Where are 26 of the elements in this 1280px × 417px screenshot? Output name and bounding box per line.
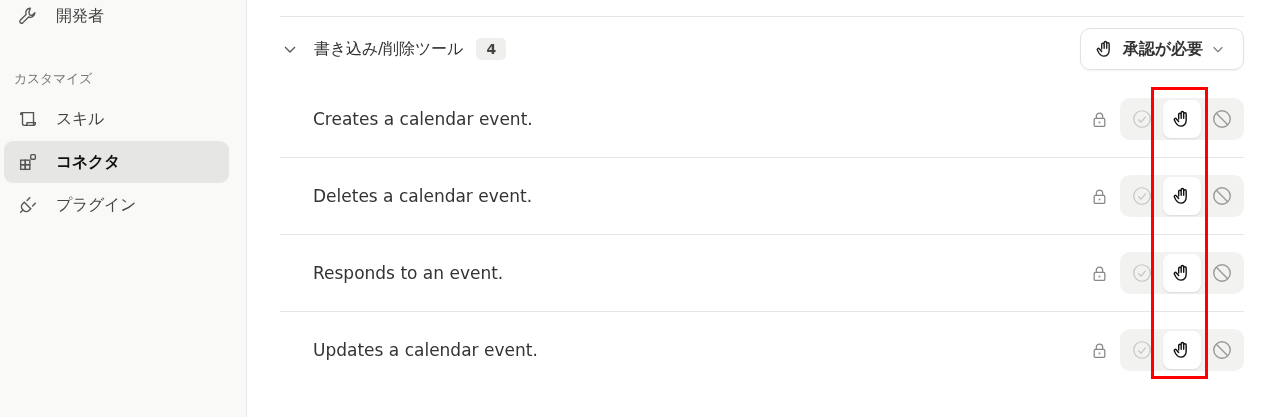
ask-button[interactable] — [1163, 331, 1201, 369]
block-icon — [1211, 108, 1233, 130]
tool-description: Creates a calendar event. — [313, 109, 534, 129]
sidebar-item[interactable]: 開発者 — [4, 0, 229, 37]
sidebar-item[interactable]: プラグイン — [4, 184, 229, 226]
tool-description: Deletes a calendar event. — [313, 186, 534, 206]
plug-icon — [17, 194, 39, 216]
blocks-icon — [17, 151, 39, 173]
check-circle-icon — [1131, 339, 1153, 361]
check-circle-icon — [1131, 262, 1153, 284]
sidebar-heading: カスタマイズ — [13, 70, 93, 88]
block-icon — [1211, 339, 1233, 361]
check-circle-icon — [1131, 108, 1153, 130]
block-icon — [1211, 262, 1233, 284]
block-icon — [1211, 185, 1233, 207]
check-circle-icon — [1131, 185, 1153, 207]
tool-description: Responds to an event. — [313, 263, 505, 283]
count-badge: 4 — [476, 38, 507, 60]
tool-description: Updates a calendar event. — [313, 340, 539, 360]
section-title: 書き込み/削除ツール — [314, 38, 464, 60]
ask-button[interactable] — [1163, 254, 1201, 292]
ask-button[interactable] — [1163, 177, 1201, 215]
sidebar-item[interactable]: スキル — [4, 98, 229, 140]
sidebar-item[interactable]: コネクタ — [4, 141, 229, 183]
permission-dropdown[interactable]: 承認が必要 — [1080, 28, 1244, 70]
ask-button[interactable] — [1163, 100, 1201, 138]
